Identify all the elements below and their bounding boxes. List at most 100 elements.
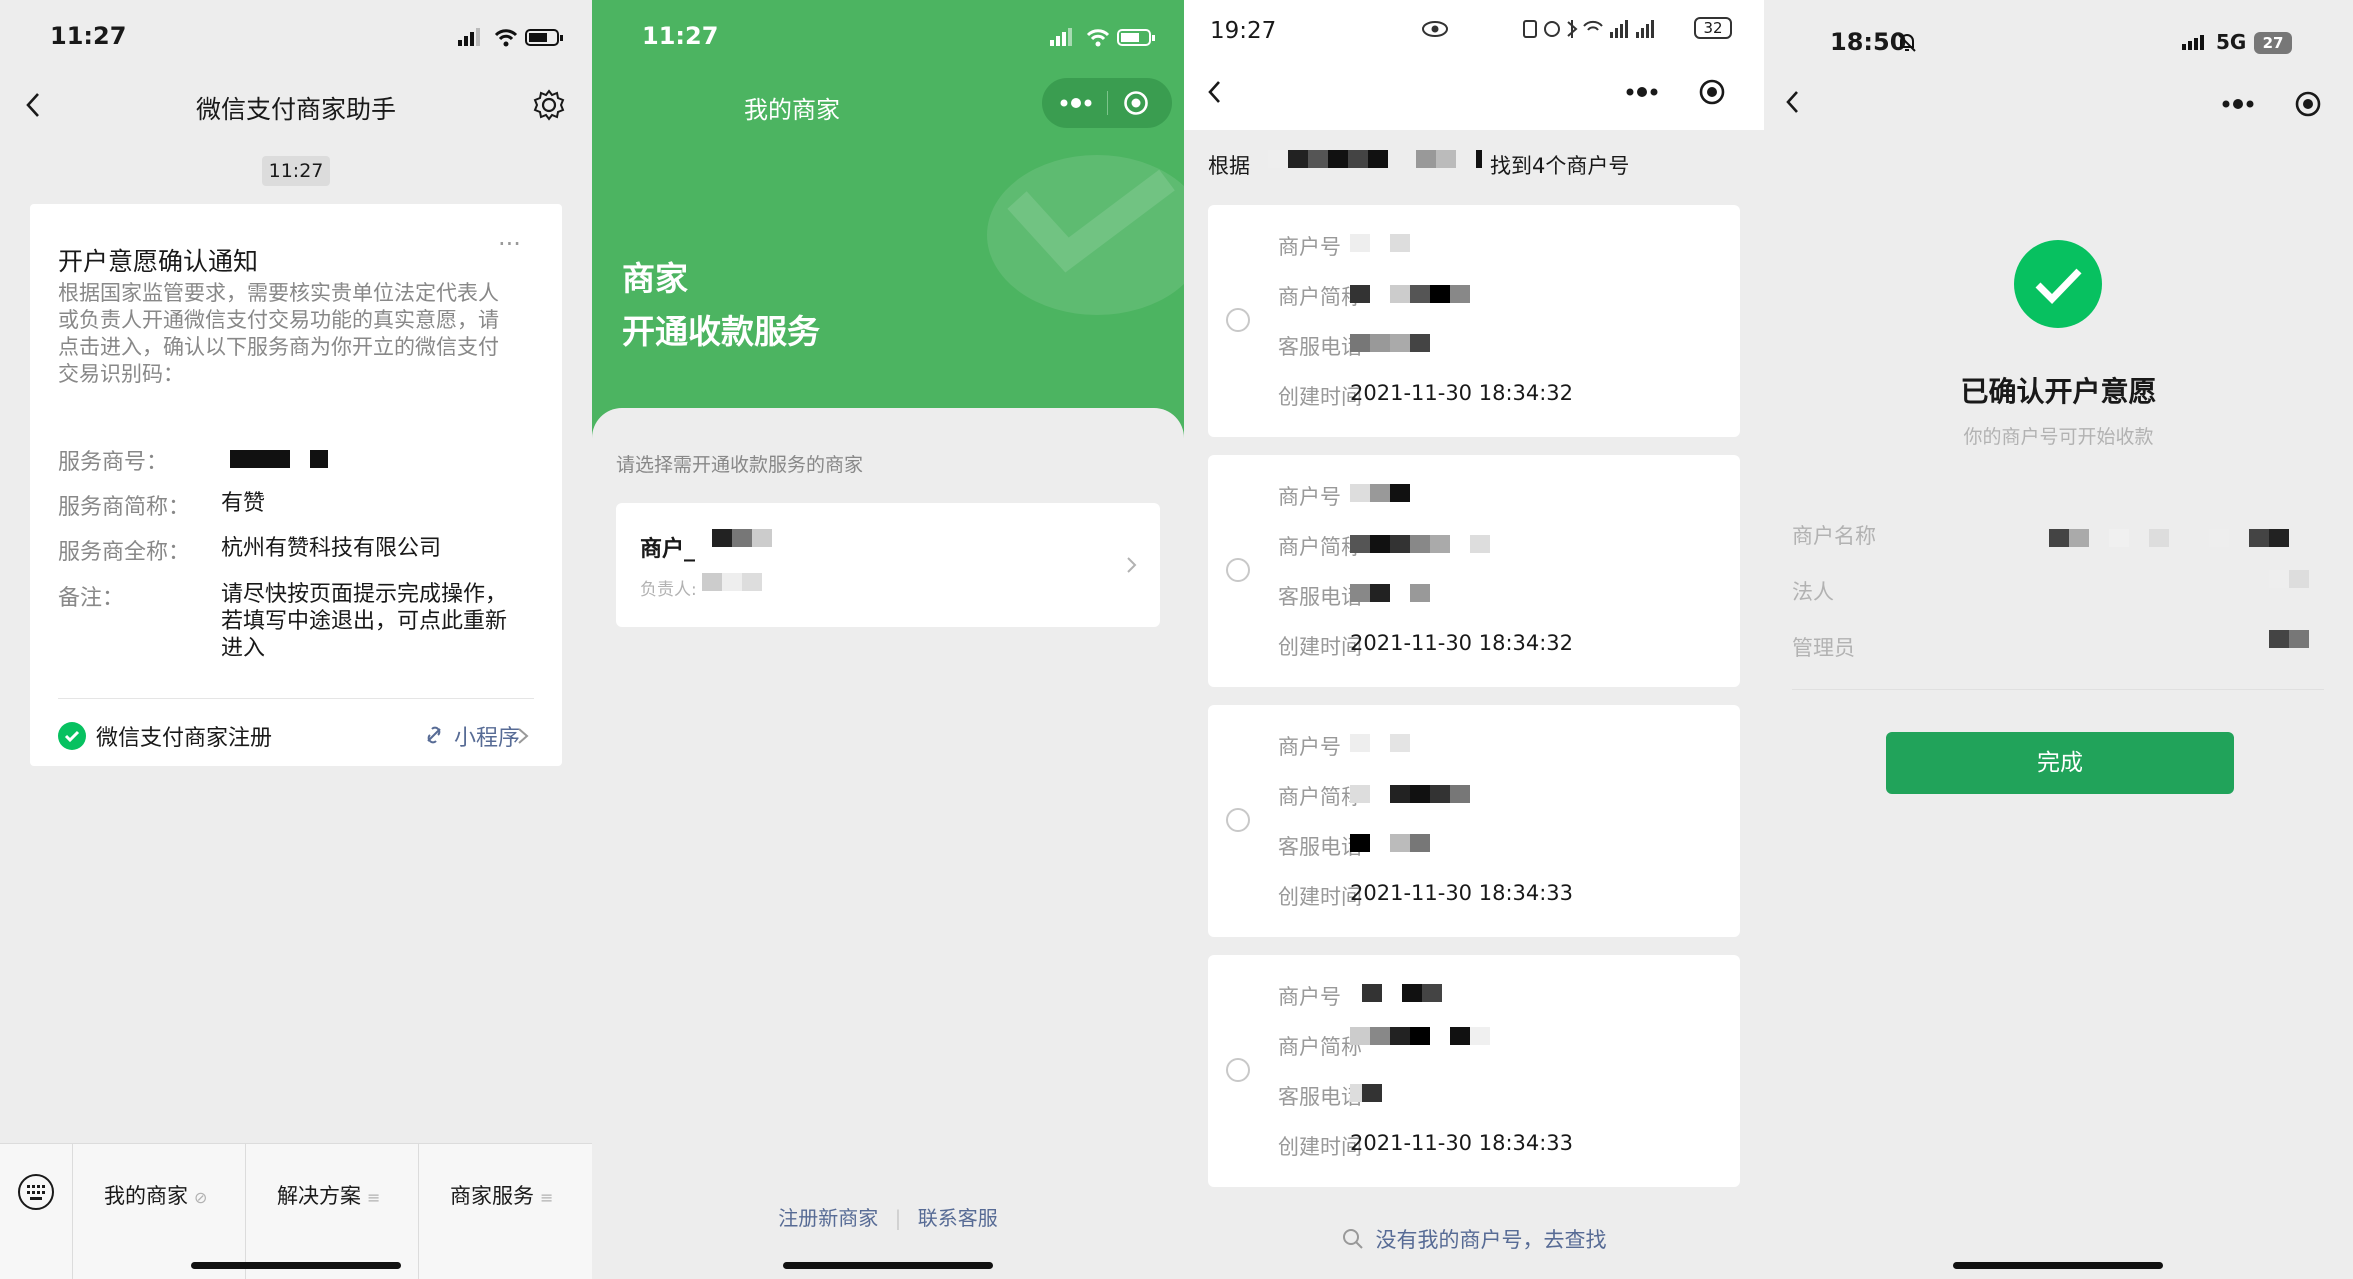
notice-body-line: 点击进入，确认以下服务商为你开立的微信支付	[58, 335, 499, 359]
battery-indicator: 27	[2254, 32, 2292, 54]
capsule-divider	[1107, 91, 1108, 115]
wechat-pay-watermark	[987, 155, 1184, 315]
home-indicator	[1953, 1262, 2163, 1269]
merchant-record[interactable]: 商户号 商户简称 客服电话 创建时间 2021-11-30 18:34:33	[1208, 955, 1740, 1187]
merchant-owner-label: 负责人:	[640, 580, 697, 600]
eye-icon	[1422, 21, 1448, 37]
back-icon[interactable]	[1782, 88, 1804, 116]
menu-merchant-services[interactable]: 商家服务 ≡	[450, 1180, 553, 1210]
more-dots-icon[interactable]	[1056, 93, 1096, 113]
menu-mark: ≡	[367, 1188, 381, 1207]
remark-label: 备注：	[58, 586, 125, 611]
menu-label: 商家服务	[450, 1184, 534, 1208]
notice-body-line: 交易识别码：	[58, 362, 184, 386]
link-separator: |	[894, 1206, 902, 1230]
merchant-record[interactable]: 商户号 商户简称 客服电话 创建时间 2021-11-30 18:34:32	[1208, 205, 1740, 437]
search-icon	[1342, 1229, 1363, 1249]
success-check-icon	[2014, 240, 2102, 328]
menu-mark: ≡	[540, 1188, 554, 1207]
status-time: 18:50	[1830, 28, 1907, 56]
close-miniprogram-icon[interactable]	[2294, 90, 2322, 118]
status-icons	[1050, 28, 1155, 47]
mini-program-link[interactable]: 微信支付商家注册 小程序	[58, 718, 534, 754]
provider-short-label: 服务商简称：	[58, 495, 191, 520]
wechat-pay-icon	[58, 722, 86, 750]
capsule-menu	[1042, 78, 1172, 128]
notice-title: 开户意愿确认通知	[58, 247, 259, 276]
footer-links: 注册新商家 | 联系客服	[592, 1202, 1184, 1231]
screen-my-merchant: 11:27 我的商家 商家 开通收款服务 请选择需开通收款服务的商家 商户_ 负…	[592, 0, 1184, 1279]
chevron-right-icon	[518, 728, 529, 744]
menu-divider	[245, 1144, 246, 1279]
remark-value: 请尽快按页面提示完成操作， 若填写中途退出，可点此重新 进入	[221, 581, 507, 662]
merchant-name-label: 商户名称	[1792, 524, 1876, 548]
merchant-card[interactable]: 商户_ 负责人:	[616, 503, 1160, 627]
hero-subtitle: 开通收款服务	[622, 312, 820, 351]
created-time-value: 2021-11-30 18:34:32	[1350, 631, 1574, 655]
mute-bell-icon	[1898, 34, 1916, 52]
chevron-right-icon	[1127, 557, 1137, 573]
divider	[1792, 689, 2324, 690]
merchant-id-label: 商户号	[1278, 735, 1341, 759]
select-radio[interactable]	[1226, 558, 1250, 582]
network-label: 5G	[2216, 30, 2247, 54]
search-link[interactable]: 没有我的商户号，去查找	[1184, 1224, 1764, 1254]
page-title: 微信支付商家助手	[195, 95, 396, 124]
screen-confirmed: 18:50 5G 27 已确认开户意愿 你的商户号可开始收款 商户名称 法人 管…	[1764, 0, 2353, 1279]
menu-label: 解决方案	[277, 1184, 361, 1208]
mini-program-name: 微信支付商家注册	[96, 726, 273, 751]
notice-card[interactable]: 开户意愿确认通知 ··· 根据国家监管要求，需要核实贵单位法定代表人 或负责人开…	[30, 204, 562, 766]
menu-divider	[418, 1144, 419, 1279]
provider-full-value: 杭州有赞科技有限公司	[221, 536, 442, 561]
battery-level: 27	[2262, 34, 2284, 52]
gear-icon[interactable]	[532, 88, 566, 122]
merchant-record[interactable]: 商户号 商户简称 客服电话 创建时间 2021-11-30 18:34:32	[1208, 455, 1740, 687]
more-dots-icon[interactable]	[1622, 82, 1662, 102]
menu-mark: ⊘	[194, 1188, 208, 1207]
menu-label: 我的商家	[104, 1184, 188, 1208]
merchant-id-label: 商户号	[1278, 985, 1341, 1009]
status-icons	[458, 28, 563, 47]
select-radio[interactable]	[1226, 1058, 1250, 1082]
select-radio[interactable]	[1226, 808, 1250, 832]
screen-merchant-list: 19:27 32 根据 找到4个商户号 商户号 商户简称 客服电话 创建时间 2…	[1184, 0, 1764, 1279]
hero-banner: 11:27 我的商家 商家 开通收款服务	[592, 0, 1184, 440]
close-miniprogram-icon[interactable]	[1698, 78, 1726, 106]
menu-my-merchant[interactable]: 我的商家 ⊘	[104, 1180, 207, 1210]
search-link-label: 没有我的商户号，去查找	[1375, 1228, 1607, 1252]
provider-short-value: 有赞	[221, 491, 266, 516]
menu-solutions[interactable]: 解决方案 ≡	[277, 1180, 380, 1210]
battery-level: 32	[1703, 19, 1723, 37]
chat-timestamp: 11:27	[262, 156, 330, 186]
notice-body-line: 根据国家监管要求，需要核实贵单位法定代表人	[58, 281, 499, 305]
done-button[interactable]: 完成	[1886, 732, 2234, 794]
link-icon	[427, 726, 441, 744]
register-new-merchant-link[interactable]: 注册新商家	[778, 1206, 878, 1230]
back-icon[interactable]	[1204, 78, 1226, 106]
close-miniprogram-icon[interactable]	[1123, 90, 1149, 116]
home-indicator	[783, 1262, 993, 1269]
contact-support-link[interactable]: 联系客服	[918, 1206, 998, 1230]
select-prompt: 请选择需开通收款服务的商家	[616, 454, 864, 476]
created-time-value: 2021-11-30 18:34:32	[1350, 381, 1574, 405]
status-time: 19:27	[1210, 18, 1277, 44]
mini-program-tag: 小程序	[454, 726, 521, 751]
admin-label: 管理员	[1792, 636, 1855, 660]
merchant-id-label: 商户号	[1278, 235, 1341, 259]
provider-full-label: 服务商全称：	[58, 540, 191, 565]
more-dots-icon[interactable]	[2218, 94, 2258, 114]
merchant-id-label: 商户号	[1278, 485, 1341, 509]
remark-line: 请尽快按页面提示完成操作，	[221, 582, 508, 607]
result-suffix: 找到4个商户号	[1490, 154, 1630, 178]
provider-id-label: 服务商号：	[58, 450, 169, 475]
remark-line: 进入	[221, 636, 266, 661]
keyboard-icon[interactable]	[16, 1172, 56, 1212]
status-time: 11:27	[642, 22, 719, 50]
confirmed-title: 已确认开户意愿	[1960, 375, 2157, 408]
merchant-record[interactable]: 商户号 商户简称 客服电话 创建时间 2021-11-30 18:34:33	[1208, 705, 1740, 937]
more-icon[interactable]: ···	[498, 230, 521, 258]
remark-line: 若填写中途退出，可点此重新	[221, 609, 508, 634]
bottom-menu-bar: 我的商家 ⊘ 解决方案 ≡ 商家服务 ≡	[0, 1143, 592, 1279]
battery-indicator: 32	[1694, 17, 1732, 39]
select-radio[interactable]	[1226, 308, 1250, 332]
